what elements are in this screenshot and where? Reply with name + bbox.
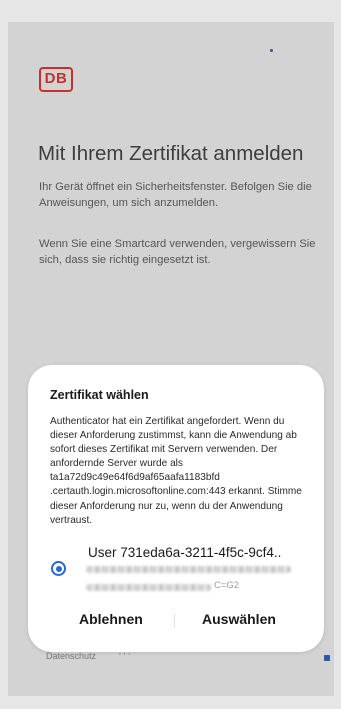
privacy-link[interactable]: Datenschutz [46,651,96,661]
certificate-details-redacted [86,566,291,573]
certificate-user-label[interactable]: User 731eda6a-3211-4f5c-9cf4.. [88,545,313,560]
feedback-icon[interactable] [324,655,330,661]
radio-selected-icon[interactable] [51,561,66,576]
dialog-message: Authenticator hat ein Zertifikat angefor… [50,416,302,526]
db-logo: DB [39,67,73,92]
certificate-suffix: C=G2 [214,580,240,591]
dialog-title: Zertifikat wählen [50,388,149,402]
screen: DB Mit Ihrem Zertifikat anmelden Ihr Ger… [0,0,341,709]
certificate-details-redacted [86,584,211,591]
loading-indicator [270,49,273,52]
certificate-dialog: Zertifikat wählen Authenticator hat ein … [28,365,324,652]
decline-button[interactable]: Ablehnen [79,611,143,627]
page-title: Mit Ihrem Zertifikat anmelden [38,142,304,165]
instructions-text: Ihr Gerät öffnet ein Sicherheitsfenster.… [39,181,312,209]
button-divider [174,614,175,628]
smartcard-hint-text: Wenn Sie eine Smartcard verwenden, verge… [39,238,316,266]
select-button[interactable]: Auswählen [202,611,276,627]
